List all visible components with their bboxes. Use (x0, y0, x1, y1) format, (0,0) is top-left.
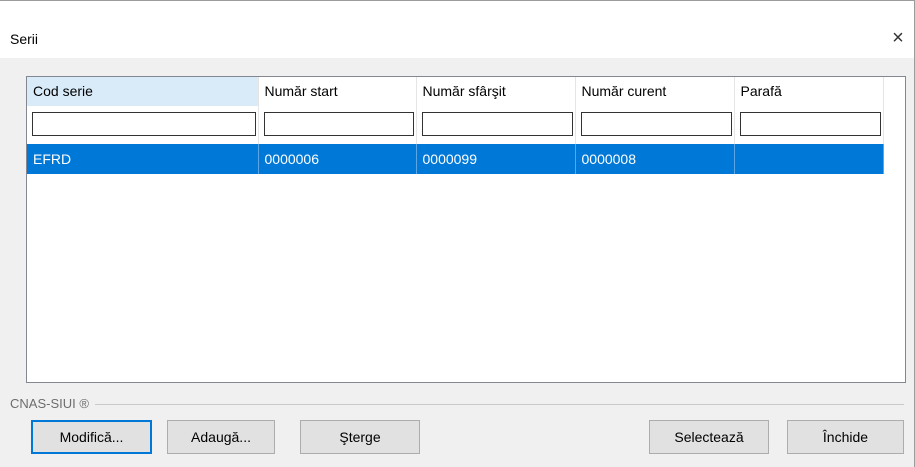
filter-numar-start[interactable] (263, 112, 414, 136)
column-header-numar-sfarsit[interactable]: Număr sfârşit (416, 77, 576, 106)
cell-parafa (734, 144, 884, 174)
adauga-button[interactable]: Adaugă... (167, 420, 275, 454)
separator-line (10, 404, 904, 405)
column-header-parafa[interactable]: Parafă (734, 77, 884, 106)
cell-numar-sfarsit: 0000099 (416, 144, 576, 174)
footer-separator: CNAS-SIUI ® (10, 396, 904, 412)
column-header-numar-start[interactable]: Număr start (258, 77, 417, 106)
sterge-button[interactable]: Şterge (300, 420, 420, 454)
filter-parafa[interactable] (739, 112, 881, 136)
filter-cod-serie[interactable] (32, 112, 256, 136)
table-row[interactable]: EFRD 0000006 0000099 0000008 (27, 144, 884, 174)
column-header-numar-curent[interactable]: Număr curent (575, 77, 735, 106)
title-bar: Serii × (0, 1, 914, 58)
selecteaza-button[interactable]: Selectează (649, 420, 769, 454)
cell-numar-curent: 0000008 (575, 144, 735, 174)
inchide-button[interactable]: Închide (787, 420, 904, 454)
modifica-button[interactable]: Modifică... (31, 420, 152, 454)
series-table: Cod serie Număr start Număr sfârşit Numă… (27, 77, 884, 174)
close-icon[interactable]: × (884, 24, 912, 52)
footer-label: CNAS-SIUI ® (10, 396, 95, 411)
filter-numar-curent[interactable] (580, 112, 732, 136)
cell-numar-start: 0000006 (258, 144, 417, 174)
filter-numar-sfarsit[interactable] (421, 112, 573, 136)
cell-cod-serie: EFRD (27, 144, 259, 174)
dialog-title: Serii (10, 31, 39, 47)
serii-dialog: Serii × Cod serie Număr start Număr sfâr… (0, 0, 915, 467)
column-header-cod-serie[interactable]: Cod serie (27, 77, 259, 106)
series-grid[interactable]: Cod serie Număr start Număr sfârşit Numă… (26, 76, 906, 383)
